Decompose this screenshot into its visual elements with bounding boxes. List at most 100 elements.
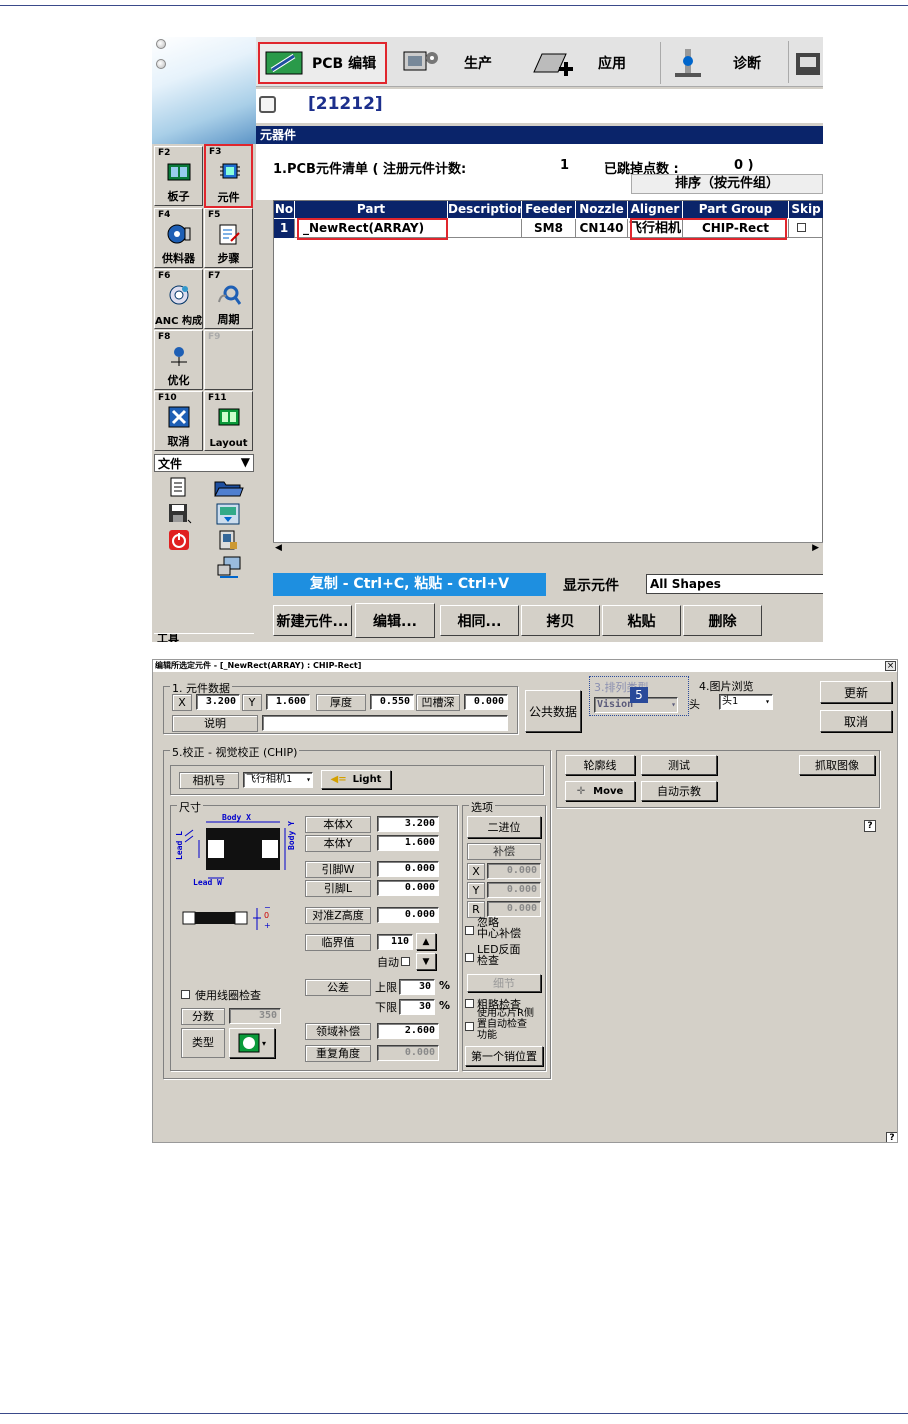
side-button-part[interactable]: F3 元件 [204,144,253,208]
same-button[interactable]: 相同... [440,605,519,636]
ignore-center-checkbox[interactable] [465,926,474,935]
scroll-left-icon[interactable]: ◀ [275,543,282,553]
side-button-step[interactable]: F5 步骤 [204,208,253,268]
side-button-cancel[interactable]: F10 取消 [154,391,203,451]
vision-calibration-group: 5.校正 - 视觉校正 (CHIP) 相机号 飞行相机1 ▾ ◀= Light … [163,744,551,1079]
column-header-nozzle[interactable]: Nozzle [576,201,628,218]
optimize-icon [171,347,187,366]
threshold-input[interactable]: 110 [377,934,413,950]
thickness-input[interactable]: 0.550 [370,694,414,710]
show-parts-select[interactable]: All Shapes [646,574,823,594]
copy-button[interactable]: 拷贝 [521,605,600,636]
new-part-button[interactable]: 新建元件... [273,605,352,636]
rough-check-checkbox[interactable] [465,999,474,1008]
help-icon[interactable]: ? [864,820,876,832]
help-icon[interactable]: ? [886,1132,897,1142]
side-button-optimize[interactable]: F8 优化 [154,330,203,390]
coil-check-checkbox[interactable] [181,990,190,999]
lead-w-input[interactable]: 0.000 [377,861,439,877]
toolbar-application[interactable]: 应用 [532,42,662,84]
column-header-part-group[interactable]: Part Group [683,201,789,218]
side-button-cycle[interactable]: F7 周期 [204,269,253,329]
score-input[interactable]: 350 [229,1008,281,1024]
board-icon [167,163,191,181]
file-menu-header[interactable]: 文件 ▼ [154,454,254,472]
edit-button[interactable]: 编辑... [355,603,435,638]
tools-menu-header[interactable]: 工具 [154,633,254,642]
auto-teach-button[interactable]: 自动示教 [641,781,717,801]
library-icon[interactable] [218,529,238,551]
step-badge: 5 [630,687,648,703]
led-check-checkbox[interactable] [465,953,474,962]
body-y-input[interactable]: 1.600 [377,835,439,851]
close-icon[interactable]: × [885,661,896,671]
part-y-input[interactable]: 1.600 [266,694,310,710]
save-icon[interactable] [168,503,192,525]
move-button[interactable]: ✛ Move [565,781,635,801]
delete-button[interactable]: 删除 [683,605,762,636]
test-button[interactable]: 测试 [641,755,717,775]
cancel-button[interactable]: 取消 [820,710,892,732]
column-header-aligner[interactable]: Aligner [628,201,683,218]
lead-l-input[interactable]: 0.000 [377,880,439,896]
grab-image-button[interactable]: 抓取图像 [799,755,875,775]
align-z-input[interactable]: 0.000 [377,907,439,923]
outline-button[interactable]: 轮廓线 [565,755,635,775]
sort-header[interactable]: 排序（按元件组） [631,174,823,194]
skip-checkbox[interactable] [797,223,806,232]
column-header-skip[interactable]: Skip [789,201,823,218]
column-header-feeder[interactable]: Feeder [522,201,576,218]
comp-r-input[interactable]: 0.000 [487,901,541,917]
threshold-down-icon[interactable]: ▼ [416,953,436,970]
detail-button[interactable]: 细节 [467,974,541,992]
type-select[interactable]: ▾ [229,1028,275,1058]
column-header-part[interactable]: Part [295,201,448,218]
side-button-feeder[interactable]: F4 供料器 [154,208,203,268]
toolbar-diagnosis[interactable]: 诊断 [660,42,790,84]
cycle-icon [218,285,241,305]
tools-icon[interactable] [794,49,823,77]
body-x-input[interactable]: 3.200 [377,816,439,832]
light-button[interactable]: ◀= Light [321,770,391,789]
side-button-anc[interactable]: F6 ANC 构成 [154,269,203,329]
upper-tolerance-input[interactable]: 30 [399,979,435,995]
threshold-up-icon[interactable]: ▲ [416,933,436,950]
part-x-input[interactable]: 3.200 [196,694,240,710]
scroll-right-icon[interactable]: ▶ [812,543,819,553]
toolbar-pcb-edit[interactable]: PCB 编辑 [258,42,387,84]
chip-r-check-checkbox[interactable] [465,1022,474,1031]
power-icon[interactable] [168,529,190,551]
column-header-description[interactable]: Description [448,201,526,218]
window-dot-icon[interactable] [156,39,166,49]
import-icon[interactable] [216,503,240,525]
open-folder-icon[interactable] [214,477,244,497]
first-pin-button[interactable]: 第一个销位置 [465,1046,543,1066]
checkbox-icon[interactable] [259,96,276,113]
side-button-board[interactable]: F2 板子 [154,146,203,206]
repeat-angle-input[interactable]: 0.000 [377,1045,439,1061]
head-select[interactable]: 头1 ▾ [719,694,773,710]
field-comp-input[interactable]: 2.600 [377,1023,439,1039]
window-dot-icon[interactable] [156,59,166,69]
paste-button[interactable]: 粘贴 [602,605,681,636]
horizontal-scrollbar[interactable]: ◀ ▶ [273,542,823,556]
comp-y-input[interactable]: 0.000 [487,882,541,898]
camera-select[interactable]: 飞行相机1 ▾ [243,772,313,788]
auto-threshold-checkbox[interactable] [401,957,410,966]
binary-button[interactable]: 二进位 [467,816,541,838]
description-input[interactable] [262,715,508,731]
dropdown-arrow-icon: ▾ [306,775,311,784]
column-header-no[interactable]: No [274,201,295,218]
network-computer-icon[interactable] [216,555,242,579]
common-data-button[interactable]: 公共数据 [525,690,581,732]
comp-x-input[interactable]: 0.000 [487,863,541,879]
update-button[interactable]: 更新 [820,681,892,703]
lower-tolerance-input[interactable]: 30 [399,999,435,1015]
groove-input[interactable]: 0.000 [464,694,508,710]
side-button-f9[interactable]: F9 [204,330,253,390]
toolbar-production[interactable]: 生产 [402,42,522,84]
pcb-edit-icon [265,51,303,75]
chip-side-diagram: 0 + − [182,906,271,930]
new-file-icon[interactable] [168,477,188,497]
side-button-layout[interactable]: F11 Layout [204,391,253,451]
